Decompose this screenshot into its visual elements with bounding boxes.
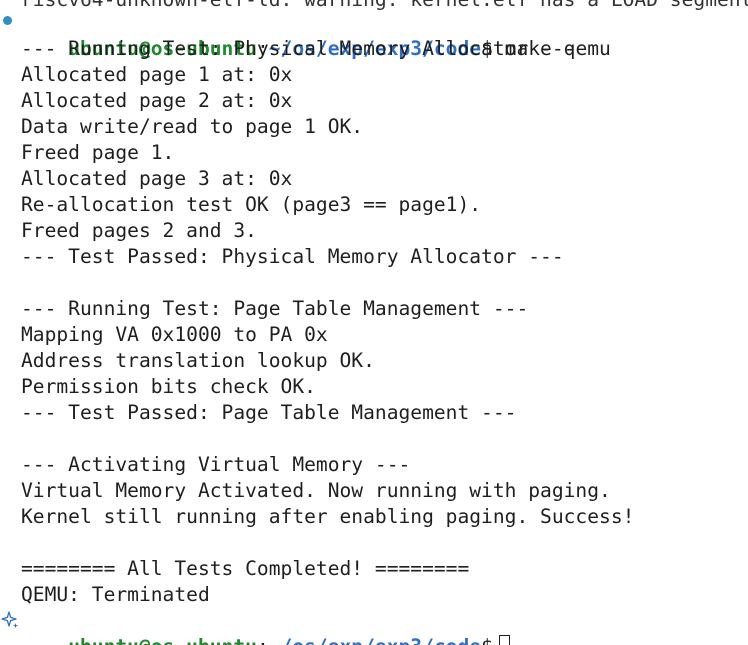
- output-line: --- Running Test: Physical Memory Alloca…: [21, 37, 576, 60]
- output-line: Freed page 1.: [21, 141, 175, 164]
- sparkle-icon[interactable]: [0, 610, 20, 630]
- output-line: Freed pages 2 and 3.: [21, 219, 257, 242]
- output-line: ======== All Tests Completed! ========: [21, 557, 470, 580]
- command-status-marker-icon[interactable]: [3, 16, 12, 25]
- output-line: Kernel still running after enabling pagi…: [21, 505, 635, 528]
- output-line: QEMU: Terminated: [21, 583, 210, 606]
- output-line: --- Test Passed: Physical Memory Allocat…: [21, 245, 564, 268]
- output-line: --- Test Passed: Page Table Management -…: [21, 401, 517, 424]
- output-line: Data write/read to page 1 OK.: [21, 115, 364, 138]
- output-line: --- Activating Virtual Memory ---: [21, 453, 411, 476]
- output-line: Re-allocation test OK (page3 == page1).: [21, 193, 482, 216]
- command-prompt-line: ubuntu@os-ubuntu:~/os/exp/exp3/code$ mak…: [21, 10, 611, 60]
- output-line: Allocated page 1 at: 0x: [21, 63, 293, 86]
- output-line: Allocated page 2 at: 0x: [21, 89, 293, 112]
- terminal-panel[interactable]: riscv64-unknown-elf-ld: warning: kernel.…: [0, 0, 748, 645]
- terminal-cursor[interactable]: [498, 635, 510, 645]
- output-line: Mapping VA 0x1000 to PA 0x: [21, 323, 328, 346]
- prompt-colon: :: [257, 635, 269, 645]
- prompt-user-host: ubuntu@os-ubuntu: [68, 635, 257, 645]
- prompt-path: ~/os/exp/exp3/code: [269, 635, 481, 645]
- output-line: Permission bits check OK.: [21, 375, 316, 398]
- output-line: --- Running Test: Page Table Management …: [21, 297, 529, 320]
- prompt-dollar: $: [481, 635, 493, 645]
- active-prompt-line[interactable]: ubuntu@os-ubuntu:~/os/exp/exp3/code$: [21, 608, 510, 645]
- output-line: Address translation lookup OK.: [21, 349, 375, 372]
- output-line: Allocated page 3 at: 0x: [21, 167, 293, 190]
- output-line: Virtual Memory Activated. Now running wi…: [21, 479, 611, 502]
